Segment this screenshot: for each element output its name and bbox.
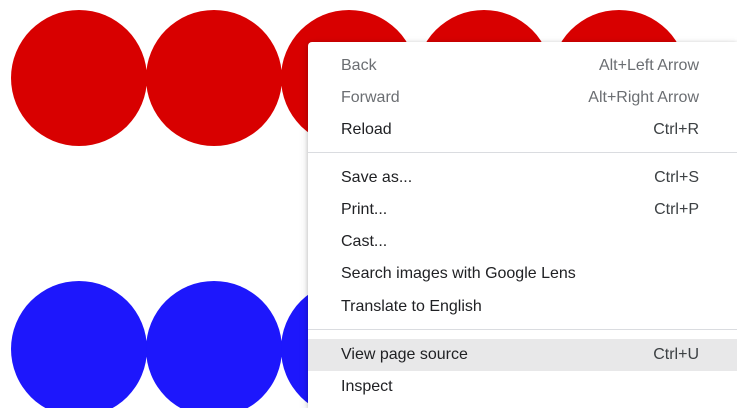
menu-item-inspect[interactable]: Inspect [308, 371, 737, 403]
menu-item-forward[interactable]: Forward Alt+Right Arrow [308, 82, 737, 114]
blue-circle [146, 281, 282, 408]
blue-circle [11, 281, 147, 408]
menu-item-label: Back [341, 57, 377, 74]
menu-item-shortcut: Ctrl+U [653, 346, 699, 363]
menu-item-shortcut: Ctrl+R [653, 121, 699, 138]
red-circle [146, 10, 282, 146]
menu-item-label: Translate to English [341, 298, 482, 315]
menu-item-print[interactable]: Print... Ctrl+P [308, 194, 737, 226]
menu-separator [308, 152, 737, 153]
menu-item-save-as[interactable]: Save as... Ctrl+S [308, 162, 737, 194]
menu-item-shortcut: Alt+Right Arrow [588, 89, 699, 106]
menu-item-label: Search images with Google Lens [341, 265, 576, 282]
menu-item-label: View page source [341, 346, 468, 363]
menu-item-label: Cast... [341, 233, 388, 250]
menu-item-reload[interactable]: Reload Ctrl+R [308, 114, 737, 146]
menu-item-translate[interactable]: Translate to English [308, 291, 737, 323]
menu-separator [308, 329, 737, 330]
red-circle [11, 10, 147, 146]
menu-item-label: Forward [341, 89, 400, 106]
menu-item-google-lens[interactable]: Search images with Google Lens [308, 258, 737, 290]
menu-item-label: Inspect [341, 378, 393, 395]
menu-item-label: Print... [341, 201, 388, 218]
menu-item-back[interactable]: Back Alt+Left Arrow [308, 50, 737, 82]
menu-item-label: Save as... [341, 169, 413, 186]
menu-item-shortcut: Alt+Left Arrow [598, 57, 699, 74]
menu-item-shortcut: Ctrl+S [654, 169, 699, 186]
menu-item-label: Reload [341, 121, 392, 138]
menu-item-view-page-source[interactable]: View page source Ctrl+U [308, 339, 737, 371]
menu-item-cast[interactable]: Cast... [308, 226, 737, 258]
context-menu: Back Alt+Left Arrow Forward Alt+Right Ar… [308, 42, 737, 408]
menu-item-shortcut: Ctrl+P [654, 201, 699, 218]
